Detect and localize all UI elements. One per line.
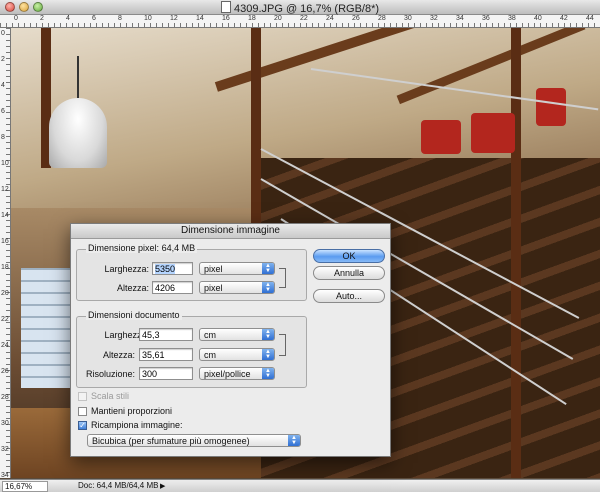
- popup-arrows-icon: ▲ ▼: [262, 282, 274, 293]
- popup-arrows-icon: ▲ ▼: [288, 435, 300, 446]
- pixel-link-bracket-icon: [279, 268, 286, 288]
- popup-arrows-icon: ▲ ▼: [262, 349, 274, 360]
- horizontal-ruler[interactable]: 0 2 4 6 8 10 12 14 16 18 20 22 24 26 28 30 32 34 36 38 40 42 4…: [0, 15, 600, 28]
- ruler-tick-label: 30: [404, 15, 412, 22]
- photo-chair: [421, 120, 461, 154]
- photo-pendant-lamp: [49, 98, 107, 168]
- ruler-tick-label: 14: [1, 212, 9, 219]
- document-size-info: Doc: 64,4 MB/64,4 MB: [78, 481, 159, 490]
- status-bar: 16,67% Doc: 64,4 MB/64,4 MB ▶: [0, 479, 600, 492]
- photo-chair: [536, 88, 566, 126]
- ruler-tick-label: 6: [1, 108, 5, 115]
- ruler-tick-label: 6: [92, 15, 96, 22]
- resolution-input[interactable]: 300: [139, 367, 193, 380]
- ruler-tick-label: 18: [248, 15, 256, 22]
- document-size-label: Dimensioni documento: [86, 310, 182, 320]
- ruler-tick-label: 20: [274, 15, 282, 22]
- ruler-tick-label: 32: [1, 446, 9, 453]
- popup-arrows-icon: ▲ ▼: [262, 329, 274, 340]
- ruler-tick-label: 12: [1, 186, 9, 193]
- ruler-tick-label: 16: [222, 15, 230, 22]
- doc-width-unit-select[interactable]: cm ▲ ▼: [199, 328, 275, 341]
- ruler-tick-label: 26: [352, 15, 360, 22]
- ruler-tick-label: 10: [144, 15, 152, 22]
- ruler-tick-label: 10: [1, 160, 9, 167]
- window-title: 4309.JPG @ 16,7% (RGB/8*): [0, 1, 600, 15]
- ruler-tick-label: 18: [1, 264, 9, 271]
- zoom-level-field[interactable]: 16,67%: [2, 481, 48, 492]
- ruler-tick-label: 22: [1, 316, 9, 323]
- ruler-tick-label: 36: [482, 15, 490, 22]
- resample-image-label: Ricampiona immagine:: [91, 420, 183, 430]
- ruler-tick-label: 16: [1, 238, 9, 245]
- ruler-tick-label: 34: [456, 15, 464, 22]
- doc-height-unit-select[interactable]: cm ▲ ▼: [199, 348, 275, 361]
- ruler-tick-label: 12: [170, 15, 178, 22]
- resolution-label: Risoluzione:: [85, 369, 135, 379]
- ruler-tick-label: 0: [1, 30, 5, 37]
- ruler-tick-label: 34: [1, 472, 9, 479]
- ruler-tick-label: 14: [196, 15, 204, 22]
- ruler-tick-label: 44: [586, 15, 594, 22]
- constrain-proportions-label: Mantieni proporzioni: [91, 406, 173, 416]
- pixel-width-input[interactable]: 5350: [152, 262, 193, 275]
- resample-image-checkbox[interactable]: ✓: [78, 421, 87, 430]
- doc-link-bracket-icon: [279, 334, 286, 356]
- ruler-tick-label: 42: [560, 15, 568, 22]
- ruler-tick-label: 0: [14, 15, 18, 22]
- ruler-tick-label: 8: [1, 134, 5, 141]
- ruler-tick-label: 26: [1, 368, 9, 375]
- dialog-title: Dimensione immagine: [71, 224, 390, 239]
- ruler-tick-label: 38: [508, 15, 516, 22]
- scale-styles-checkbox[interactable]: [78, 392, 87, 401]
- resolution-unit-select[interactable]: pixel/pollice ▲ ▼: [199, 367, 275, 380]
- window-title-text: 4309.JPG @ 16,7% (RGB/8*): [233, 3, 380, 15]
- photo-post: [251, 28, 261, 228]
- vertical-ruler[interactable]: 0 2 4 6 8 10 12 14 16 18 20 22 24 26 28 30 32 34: [0, 28, 11, 479]
- ruler-tick-label: 30: [1, 420, 9, 427]
- resample-method-select[interactable]: Bicubica (per sfumature più omogenee) ▲ ▼: [87, 434, 301, 447]
- photo-chair: [471, 113, 515, 153]
- pixel-size-value: 64,4 MB: [161, 243, 196, 253]
- ok-button[interactable]: OK: [313, 249, 385, 263]
- photo-window: [21, 268, 71, 388]
- ruler-tick-label: 2: [40, 15, 44, 22]
- ruler-tick-label: 24: [326, 15, 334, 22]
- ruler-tick-label: 8: [118, 15, 122, 22]
- ruler-tick-label: 28: [1, 394, 9, 401]
- ruler-tick-label: 24: [1, 342, 9, 349]
- cancel-button[interactable]: Annulla: [313, 266, 385, 280]
- pixel-width-label: Larghezza:: [104, 264, 149, 274]
- ruler-tick-label: 32: [430, 15, 438, 22]
- ruler-tick-label: 4: [1, 82, 5, 89]
- ruler-tick-label: 2: [1, 56, 5, 63]
- document-title-bar[interactable]: 4309.JPG @ 16,7% (RGB/8*): [0, 0, 600, 15]
- popup-arrows-icon: ▲ ▼: [262, 263, 274, 274]
- constrain-proportions-checkbox[interactable]: [78, 407, 87, 416]
- document-icon: [220, 1, 231, 13]
- ruler-tick-label: 22: [300, 15, 308, 22]
- ruler-tick-label: 4: [66, 15, 70, 22]
- pixel-height-label: Altezza:: [116, 283, 149, 293]
- doc-height-label: Altezza:: [102, 350, 135, 360]
- pixel-height-unit-select[interactable]: pixel ▲ ▼: [199, 281, 275, 294]
- doc-width-input[interactable]: 45,3: [139, 328, 193, 341]
- status-menu-arrow-icon[interactable]: ▶: [160, 482, 165, 490]
- scale-styles-label: Scala stili: [91, 391, 130, 401]
- doc-height-input[interactable]: 35,61: [139, 348, 193, 361]
- photo-lamp-cord: [77, 56, 79, 100]
- ruler-tick-label: 40: [534, 15, 542, 22]
- pixel-height-input[interactable]: 4206: [152, 281, 193, 294]
- pixel-width-unit-select[interactable]: pixel ▲ ▼: [199, 262, 275, 275]
- image-size-dialog: Dimensione immagine Dimensione pixel: 64…: [70, 223, 391, 457]
- ruler-tick-label: 20: [1, 290, 9, 297]
- popup-arrows-icon: ▲ ▼: [262, 368, 274, 379]
- auto-button[interactable]: Auto...: [313, 289, 385, 303]
- ruler-tick-label: 28: [378, 15, 386, 22]
- pixel-dimensions-label: Dimensione pixel: 64,4 MB: [86, 243, 198, 253]
